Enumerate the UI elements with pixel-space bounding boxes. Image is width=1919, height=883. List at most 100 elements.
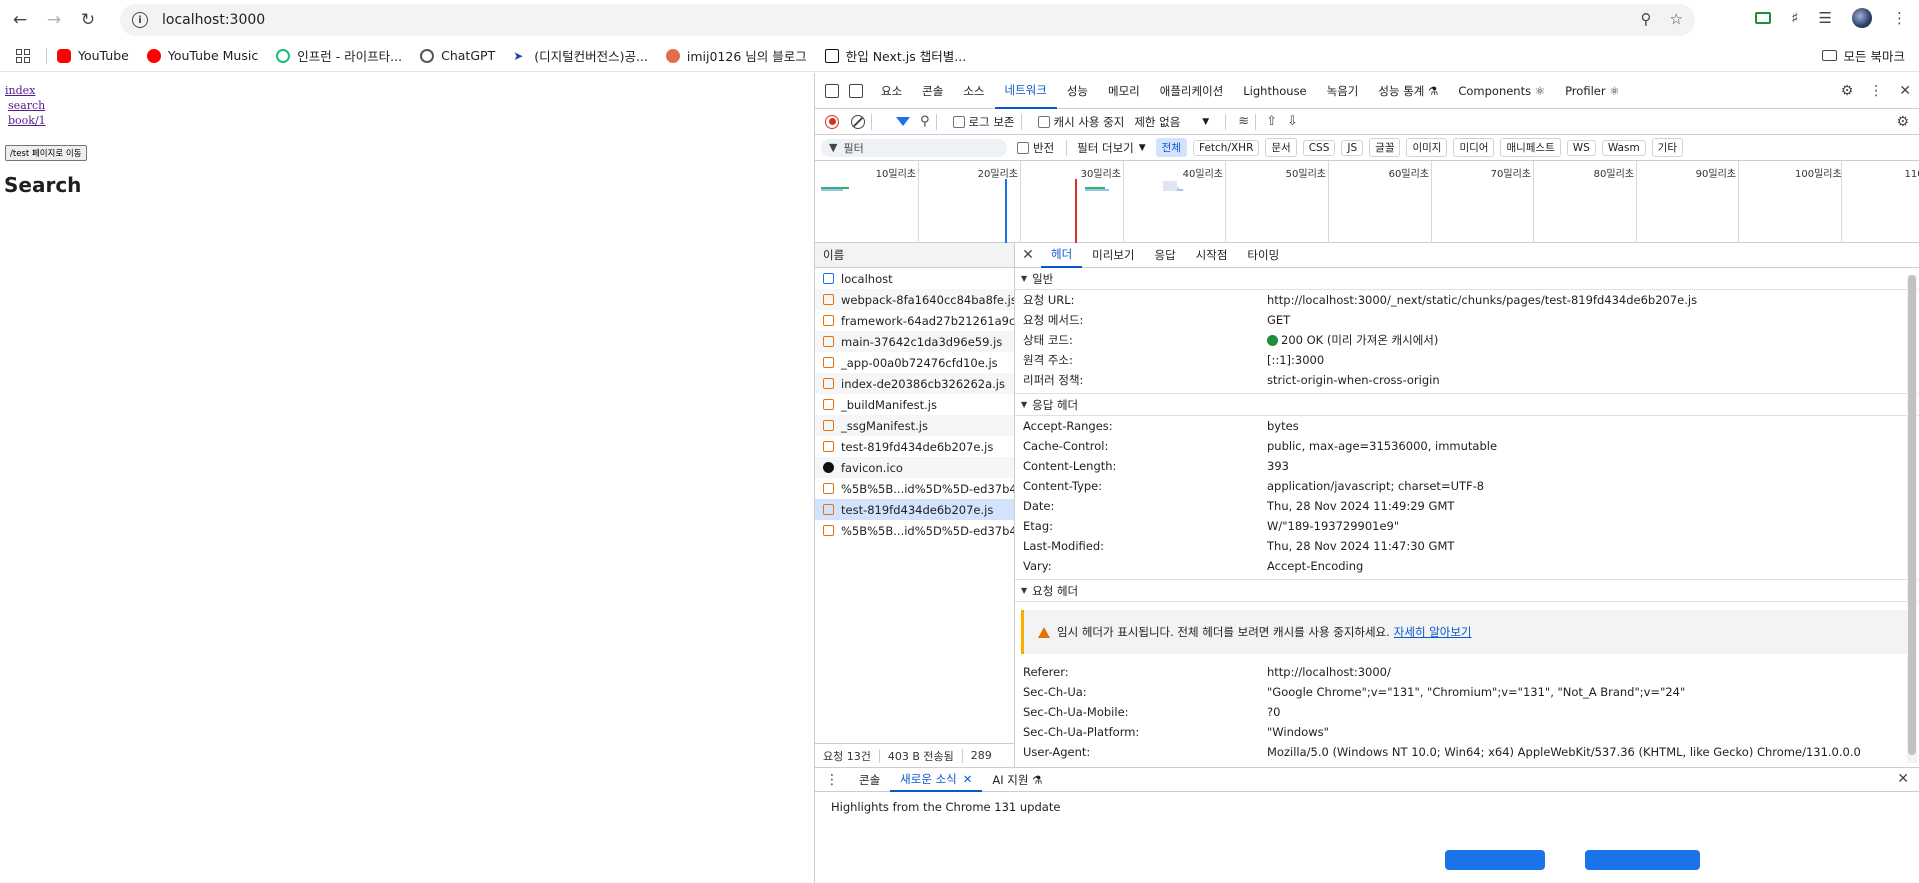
drawer-tab[interactable]: 콘솔: [849, 768, 890, 792]
filter-chip[interactable]: 미디어: [1453, 138, 1495, 157]
devtools-tab[interactable]: 성능 통계 ⚗: [1368, 73, 1448, 109]
inspect-element-icon[interactable]: [825, 83, 839, 98]
network-settings-gear-icon[interactable]: ⚙: [1896, 114, 1909, 130]
url-text[interactable]: localhost:3000: [162, 12, 265, 28]
filter-chip[interactable]: WS: [1566, 139, 1596, 156]
header-value[interactable]: GET: [1267, 313, 1290, 327]
header-value[interactable]: http://localhost:3000/_next/static/chunk…: [1267, 293, 1697, 307]
detail-scrollbar[interactable]: [1907, 275, 1917, 763]
devtools-tab[interactable]: 소스: [953, 73, 994, 109]
drawer-tab[interactable]: 새로운 소식 ✕: [890, 768, 983, 792]
bookmark-item[interactable]: 한입 Next.js 챕터별...: [824, 46, 966, 65]
clear-icon[interactable]: [851, 114, 865, 129]
detail-tab[interactable]: 응답: [1145, 243, 1186, 268]
request-row[interactable]: framework-64ad27b21261a9c...: [815, 310, 1014, 331]
header-value[interactable]: public, max-age=31536000, immutable: [1267, 439, 1497, 453]
chevron-down-icon[interactable]: ▼: [1202, 117, 1209, 127]
record-icon[interactable]: [825, 114, 839, 129]
bookmark-item[interactable]: YouTube Music: [146, 48, 258, 63]
apps-grid-icon[interactable]: [16, 48, 30, 63]
go-test-page-button[interactable]: /test 페이지로 이동: [5, 145, 87, 161]
header-value[interactable]: [::1]:3000: [1267, 353, 1324, 367]
detail-tab[interactable]: 미리보기: [1082, 243, 1144, 268]
bookmark-item[interactable]: ➤ (디지털컨버전스)공...: [513, 46, 648, 65]
header-value[interactable]: W/"189-193729901e9": [1267, 519, 1399, 533]
request-row[interactable]: webpack-8fa1640cc84ba8fe.js: [815, 289, 1014, 310]
header-value[interactable]: http://localhost:3000/: [1267, 665, 1391, 679]
detail-tab[interactable]: 시작점: [1186, 243, 1238, 268]
filter-chip[interactable]: Fetch/XHR: [1192, 139, 1260, 156]
filter-chip[interactable]: 전체: [1155, 138, 1187, 157]
bookmark-item[interactable]: 인프런 - 라이프타...: [276, 46, 402, 65]
network-timeline-overview[interactable]: 10밀리초 20밀리초 30밀리초 40밀리초 50밀리초 60밀리초 70밀리초 80밀리초…: [815, 161, 1919, 243]
header-value[interactable]: "Google Chrome";v="131", "Chromium";v="1…: [1267, 685, 1685, 699]
drawer-action-button[interactable]: [1445, 850, 1545, 870]
request-row[interactable]: test-819fd434de6b207e.js: [815, 499, 1014, 520]
filter-chip[interactable]: 기타: [1651, 138, 1683, 157]
filter-chip[interactable]: 문서: [1265, 138, 1297, 157]
all-bookmarks[interactable]: 모든 북마크: [1821, 46, 1905, 65]
close-drawer-icon[interactable]: ✕: [1897, 771, 1909, 787]
import-har-icon[interactable]: ⇧: [1266, 114, 1277, 129]
link-index[interactable]: index: [5, 83, 35, 98]
filter-chip[interactable]: 이미지: [1406, 138, 1448, 157]
devtools-tab[interactable]: 콘솔: [912, 73, 953, 109]
bookmark-item[interactable]: ChatGPT: [420, 48, 495, 63]
profile-avatar[interactable]: [1852, 8, 1872, 28]
devtools-tab[interactable]: Components ⚛: [1448, 73, 1555, 109]
header-value[interactable]: Thu, 28 Nov 2024 11:49:29 GMT: [1267, 499, 1454, 513]
reload-icon[interactable]: ↻: [74, 6, 102, 34]
device-toolbar-icon[interactable]: [849, 83, 863, 98]
extensions-puzzle-icon[interactable]: ♯: [1791, 9, 1798, 27]
request-row[interactable]: test-819fd434de6b207e.js: [815, 436, 1014, 457]
devtools-tab[interactable]: 애플리케이션: [1150, 73, 1233, 109]
devtools-tab[interactable]: Profiler ⚛: [1555, 73, 1629, 109]
devtools-tab[interactable]: Lighthouse: [1233, 73, 1316, 109]
header-value[interactable]: Mozilla/5.0 (Windows NT 10.0; Win64; x64…: [1267, 745, 1861, 759]
back-icon[interactable]: ←: [6, 6, 34, 34]
general-section-header[interactable]: ▼ 일반: [1015, 268, 1919, 290]
preserve-log-checkbox[interactable]: [952, 115, 965, 128]
filter-chip[interactable]: 글꼴: [1369, 138, 1401, 157]
export-har-icon[interactable]: ⇩: [1287, 114, 1298, 129]
search-icon[interactable]: ⚲: [920, 114, 930, 129]
response-headers-section-header[interactable]: ▼ 응답 헤더: [1015, 394, 1919, 416]
header-value[interactable]: strict-origin-when-cross-origin: [1267, 373, 1440, 387]
bookmark-star-icon[interactable]: ☆: [1670, 10, 1683, 28]
name-column-header[interactable]: 이름: [815, 243, 1014, 268]
header-value[interactable]: bytes: [1267, 419, 1299, 433]
filter-chip[interactable]: 매니페스트: [1500, 138, 1561, 157]
filter-chip[interactable]: Wasm: [1601, 139, 1646, 156]
link-search[interactable]: search: [8, 98, 45, 113]
filter-funnel-icon[interactable]: [896, 117, 910, 126]
request-row[interactable]: _buildManifest.js: [815, 394, 1014, 415]
close-devtools-icon[interactable]: ✕: [1899, 83, 1911, 99]
more-filters-dropdown[interactable]: 필터 더보기: [1077, 140, 1134, 156]
header-value[interactable]: "Windows": [1267, 725, 1329, 739]
header-value[interactable]: 393: [1267, 459, 1289, 473]
request-row[interactable]: _app-00a0b72476cfd10e.js: [815, 352, 1014, 373]
request-row[interactable]: main-37642c1da3d96e59.js: [815, 331, 1014, 352]
bookmark-item[interactable]: YouTube: [57, 48, 129, 63]
filter-chip[interactable]: CSS: [1302, 139, 1336, 156]
zoom-icon[interactable]: ⚲: [1641, 10, 1652, 28]
devtools-tab[interactable]: 네트워크: [994, 73, 1057, 109]
detail-tab[interactable]: 헤더: [1041, 243, 1083, 268]
network-conditions-icon[interactable]: ≋: [1238, 114, 1249, 129]
devtools-tab[interactable]: 메모리: [1098, 73, 1150, 109]
disable-cache-checkbox[interactable]: [1037, 115, 1050, 128]
request-row[interactable]: localhost: [815, 268, 1014, 289]
learn-more-link[interactable]: 자세히 알아보기: [1394, 624, 1472, 640]
site-info-icon[interactable]: i: [132, 12, 148, 28]
drawer-tab[interactable]: AI 지원 ⚗: [982, 768, 1052, 792]
devtools-tab[interactable]: 요소: [871, 73, 912, 109]
extension-icon[interactable]: [1755, 12, 1772, 24]
request-row[interactable]: %5B%5B...id%5D%5D-ed37b4...: [815, 520, 1014, 541]
settings-gear-icon[interactable]: ⚙: [1841, 83, 1854, 99]
bookmark-item[interactable]: imij0126 님의 블로그: [665, 46, 807, 65]
drawer-action-button[interactable]: [1585, 850, 1700, 870]
devtools-tab[interactable]: 녹음기: [1317, 73, 1369, 109]
menu-kebab-icon[interactable]: ⋮: [1892, 9, 1907, 27]
close-detail-icon[interactable]: ✕: [1015, 247, 1041, 263]
header-value[interactable]: application/javascript; charset=UTF-8: [1267, 479, 1484, 493]
